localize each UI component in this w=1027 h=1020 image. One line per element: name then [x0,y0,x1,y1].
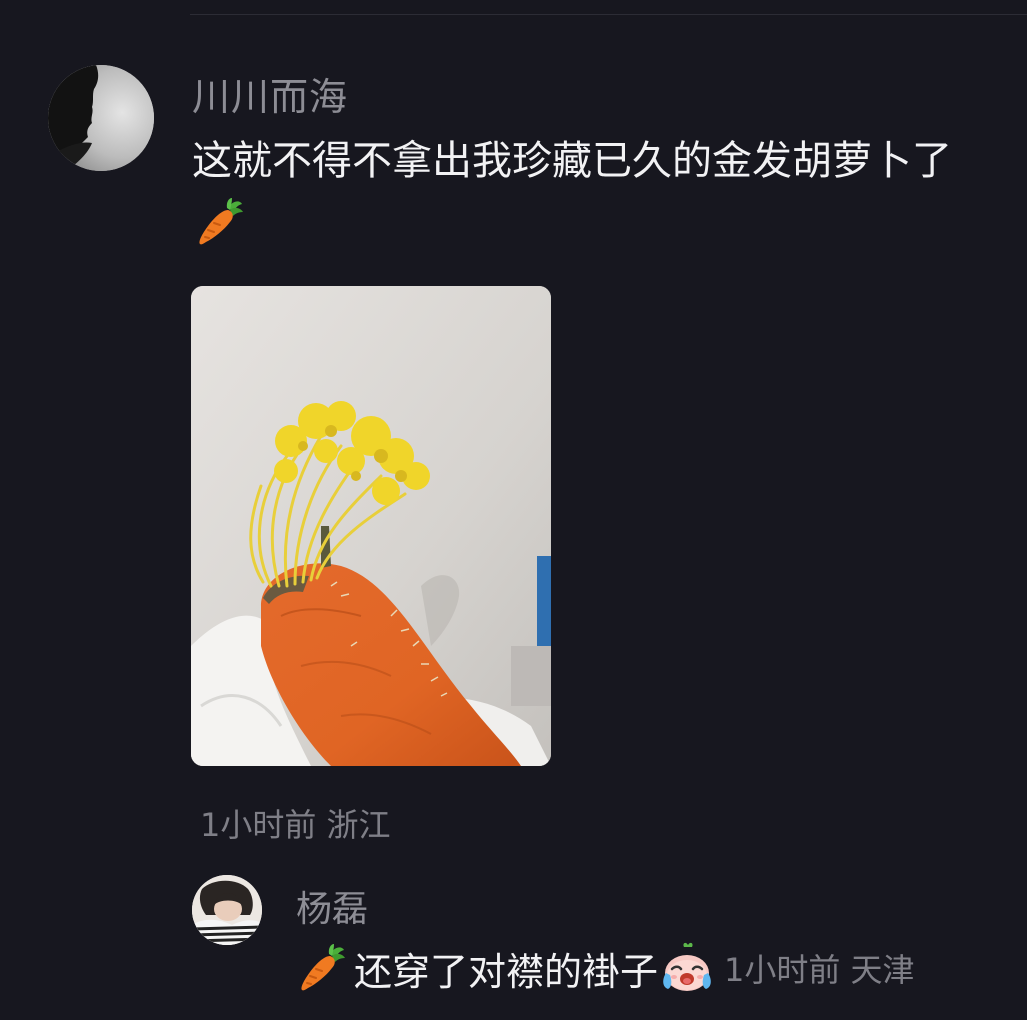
reply-content: 还穿了对襟的褂子 1小时前 天津 [296,938,915,998]
comment-meta: 1小时前 浙江 [200,806,391,844]
carrot-icon [194,196,246,248]
username[interactable]: 川川而海 [192,66,348,121]
carrot-icon [296,942,348,994]
avatar[interactable] [48,65,154,171]
reply-avatar[interactable] [192,875,262,945]
reply-meta: 1小时前 天津 [724,951,915,989]
carrot-photo-image [191,286,551,766]
comment-photo[interactable] [191,286,551,766]
person-avatar-image [192,875,262,945]
crying-face-icon [660,941,714,995]
silhouette-avatar-image [48,65,154,171]
reply-text: 还穿了对襟的褂子 [354,949,659,994]
divider [190,14,1027,15]
comment-thread: 川川而海 这就不得不拿出我珍藏已久的金发胡萝卜了 1小时前 浙江 杨磊 还穿了对… [0,0,1027,1020]
reply-username[interactable]: 杨磊 [296,880,368,932]
comment-text: 这就不得不拿出我珍藏已久的金发胡萝卜了 [192,138,952,184]
